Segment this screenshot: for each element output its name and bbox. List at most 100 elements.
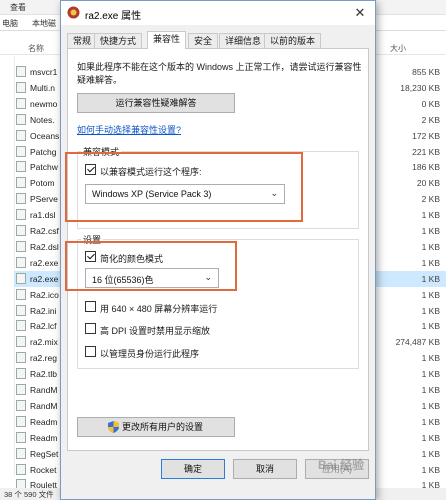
navigation-pane [0,56,15,476]
file-size: 1 KB [421,257,440,268]
res-640-label: 用 640 × 480 屏幕分辨率运行 [100,304,218,314]
troubleshoot-button[interactable]: 运行兼容性疑难解答 [77,93,235,113]
close-button[interactable]: ✕ [351,4,369,22]
file-icon [16,240,26,252]
file-name: Rocket [30,464,57,475]
file-name: Readm [30,432,58,443]
status-text: 38 个 590 文件 [4,490,54,499]
tab-previous-versions[interactable]: 以前的版本 [264,33,322,48]
tab-details[interactable]: 详细信息 [219,33,268,48]
properties-dialog: ra2.exe 属性 ✕ 常规 快捷方式 兼容性 安全 详细信息 以前的版本 如… [60,0,376,500]
file-name: Ra2.ico [30,289,59,300]
file-size: 2 KB [421,194,440,205]
file-name: Ra2.lcf [30,321,57,332]
file-icon [16,113,26,125]
file-name: Ra2.csf [30,226,59,236]
file-icon [16,336,26,348]
file-icon [16,415,26,427]
tab-security[interactable]: 安全 [188,33,219,48]
file-icon [16,161,26,173]
file-name: Multi.n [30,82,56,93]
file-size: 221 KB [412,146,440,157]
cancel-button[interactable]: 取消 [233,459,297,479]
file-name: PServe [30,194,58,205]
file-size: 172 KB [412,130,440,141]
file-icon [16,352,26,364]
file-icon [16,209,26,221]
file-name: Patchw [30,162,58,173]
file-name: RegSet [30,448,59,459]
app-icon [67,6,80,19]
file-name: Notes. [30,114,55,125]
title-bar[interactable]: ra2.exe 属性 ✕ [61,1,375,25]
view-menu[interactable]: 查看 [10,2,26,13]
change-all-users-button[interactable]: 更改所有用户的设置 [77,417,235,437]
res-640-checkbox[interactable] [85,301,96,312]
file-icon [16,66,26,77]
watermark: Bai 经验 [318,458,365,472]
file-size: 1 KB [421,321,440,332]
file-icon [16,272,26,284]
file-size: 1 KB [421,289,440,300]
file-name: RandM [30,400,58,411]
file-name: newmo [30,98,58,109]
file-icon [16,129,26,141]
tab-shortcut[interactable]: 快捷方式 [94,33,143,48]
file-size: 1 KB [421,385,440,395]
run-as-admin-checkbox[interactable] [85,346,96,357]
file-size: 20 KB [416,178,440,189]
file-size: 1 KB [421,448,440,459]
uac-shield-icon [108,421,119,433]
file-icon [16,463,26,475]
file-icon [16,145,26,157]
file-size: 1 KB [421,400,440,411]
column-name[interactable]: 名称 [28,43,44,54]
file-name: ra2.exe [30,257,59,268]
change-all-users-label: 更改所有用户的设置 [122,422,204,432]
ok-button[interactable]: 确定 [161,459,225,479]
file-icon [16,97,26,109]
file-name: ra2.exe [30,273,59,284]
file-name: ra1.dsl [30,210,56,221]
file-size: 1 KB [421,464,440,475]
file-size: 1 KB [421,432,440,443]
file-icon [16,193,26,205]
file-size: 274,487 KB [395,337,440,348]
file-size: 1 KB [421,241,440,252]
breadcrumb-computer[interactable]: 电脑 [2,18,18,29]
file-name: ra2.mix [30,337,58,348]
file-name: ra2.reg [30,353,57,364]
file-icon [16,304,26,316]
high-dpi-checkbox[interactable] [85,323,96,334]
run-as-admin-label: 以管理员身份运行此程序 [100,349,200,359]
file-size: 186 KB [412,162,440,173]
file-name: Potom [30,178,55,189]
file-name: Patchg [30,146,57,157]
file-size: 1 KB [421,273,440,284]
file-icon [16,320,26,332]
file-icon [16,225,26,236]
file-icon [16,384,26,395]
tab-general[interactable]: 常规 [67,33,98,48]
file-size: 18,230 KB [400,82,440,93]
compat-highlight-box [65,152,303,222]
tab-compatibility[interactable]: 兼容性 [147,31,187,49]
file-name: msvcr1 [30,67,58,77]
intro-text: 如果此程序不能在这个版本的 Windows 上正常工作，请尝试运行兼容性疑难解答… [77,62,362,85]
file-size: 0 KB [421,98,440,109]
file-icon [16,368,26,380]
file-size: 1 KB [421,305,440,316]
breadcrumb-local-disk[interactable]: 本地磁 [32,18,56,29]
file-icon [16,256,26,268]
file-icon [16,399,26,411]
file-name: RandM [30,385,58,395]
file-name: Oceans [30,130,60,141]
manual-settings-link[interactable]: 如何手动选择兼容性设置? [77,123,181,136]
file-size: 1 KB [421,210,440,221]
file-name: Ra2.ini [30,305,57,316]
file-size: 1 KB [421,226,440,236]
file-name: Readm [30,416,58,427]
file-size: 855 KB [412,67,440,77]
column-size[interactable]: 大小 [390,43,406,54]
dialog-title: ra2.exe 属性 [85,11,142,22]
